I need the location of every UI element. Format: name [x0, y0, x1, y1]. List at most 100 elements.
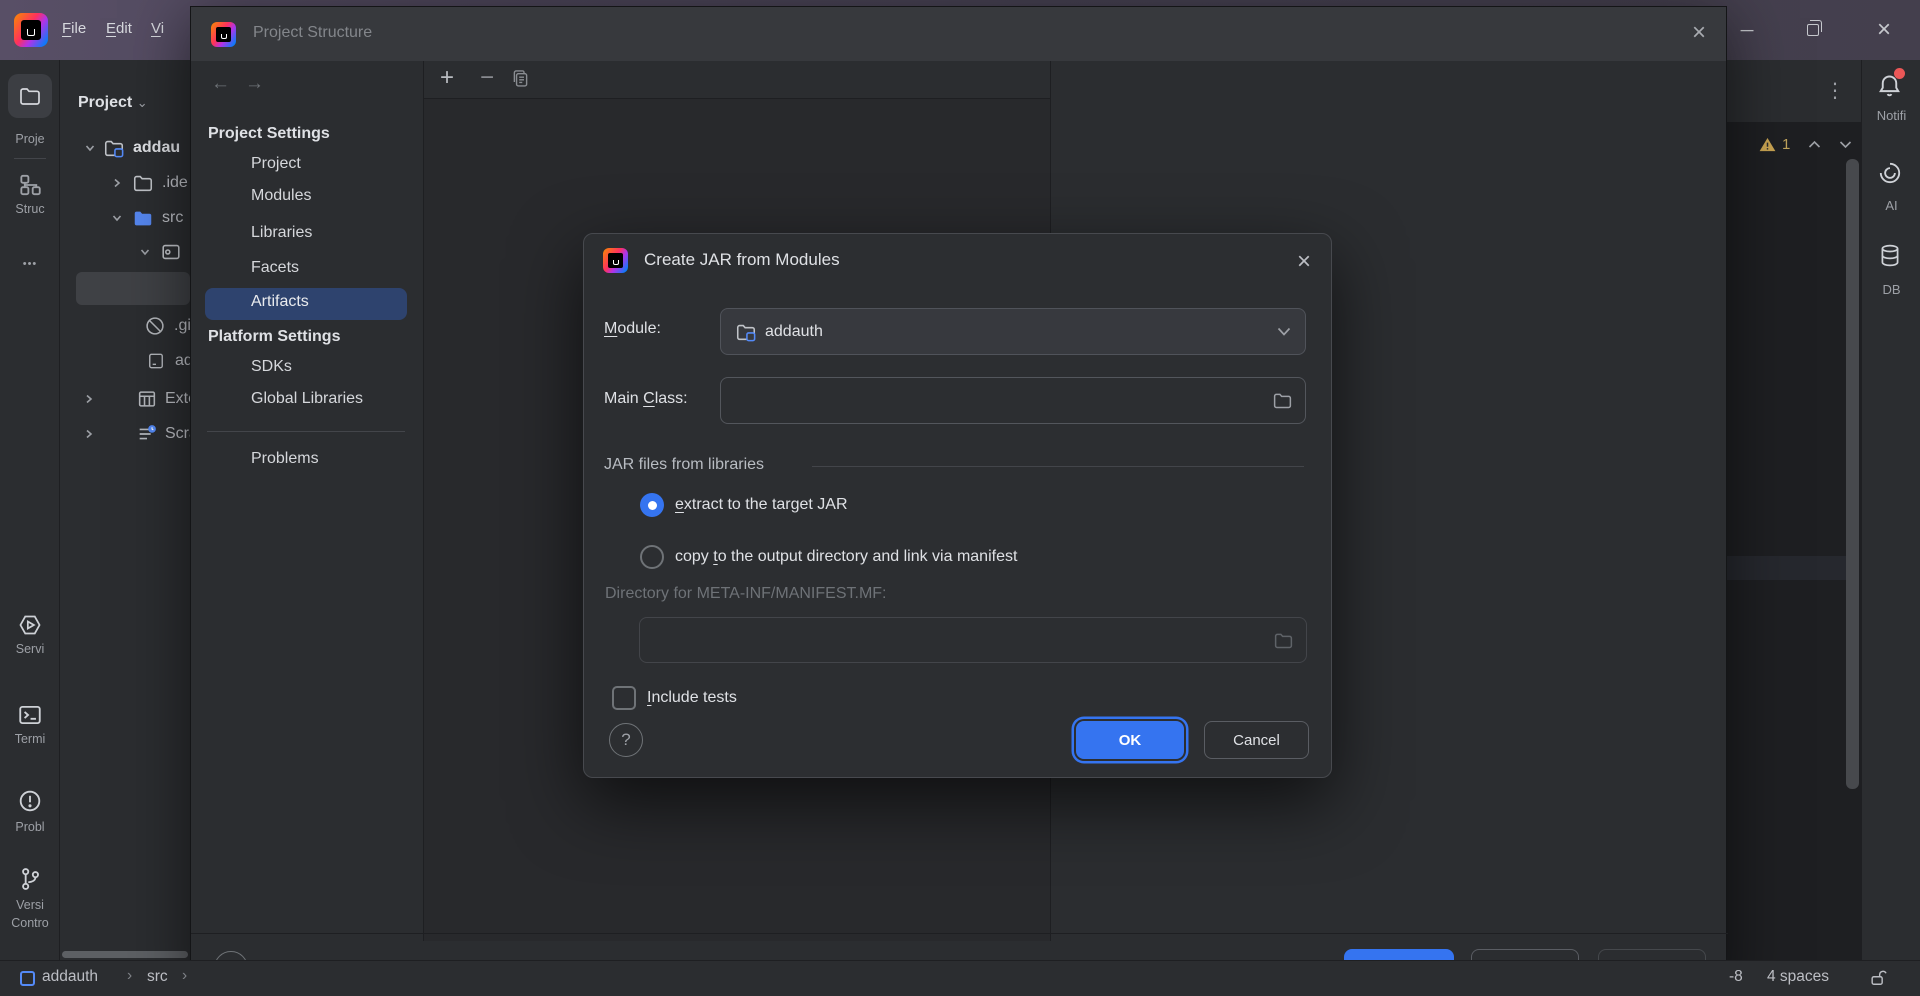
status-indent[interactable]: 4 spaces	[1767, 968, 1829, 986]
nav-item-project[interactable]: Project	[251, 155, 301, 173]
tree-row-src[interactable]: src	[112, 203, 183, 233]
terminal-icon	[17, 702, 43, 728]
close-icon: ×	[1297, 248, 1311, 276]
tree-row-addauth[interactable]: addau	[85, 133, 180, 163]
ai-assistant-button[interactable]	[1877, 160, 1903, 186]
nav-item-sdks[interactable]: SDKs	[251, 358, 292, 376]
tool-services-label: Servi	[0, 642, 60, 656]
horizontal-scrollbar[interactable]	[62, 951, 188, 958]
ps-close-button[interactable]: ×	[1679, 13, 1719, 53]
radio-copy[interactable]: copy to the output directory and link vi…	[640, 545, 1017, 569]
menu-edit[interactable]: Edit	[106, 20, 132, 37]
menu-view[interactable]: Vi	[151, 20, 164, 37]
kebab-menu-button[interactable]: ⋮	[1825, 78, 1845, 103]
dialog-close-button[interactable]: ×	[1284, 242, 1324, 282]
module-folder-icon	[103, 137, 125, 159]
artifacts-toolbar-divider	[424, 98, 1050, 99]
package-icon	[160, 241, 182, 263]
help-icon: ?	[621, 730, 630, 750]
notifications-button[interactable]	[1876, 72, 1903, 99]
status-encoding[interactable]: -8	[1729, 968, 1743, 986]
ps-window-title: Project Structure	[253, 24, 372, 42]
forward-button[interactable]: →	[245, 73, 264, 95]
copy-artifact-button[interactable]	[510, 68, 531, 89]
source-folder-icon	[132, 207, 154, 229]
radio-extract[interactable]: extract to the target JAR	[640, 493, 848, 517]
module-select[interactable]: addauth	[720, 308, 1306, 355]
tree-label: Scratc	[165, 425, 190, 443]
tool-problems-label: Probl	[0, 820, 60, 834]
tree-row-iml-file[interactable]: ad	[146, 346, 190, 376]
dialog-help-button[interactable]: ?	[609, 723, 643, 757]
main-class-input[interactable]	[720, 377, 1306, 424]
maximize-icon	[1807, 24, 1819, 36]
close-window-button[interactable]: ×	[1864, 12, 1904, 48]
dialog-cancel-button[interactable]: Cancel	[1204, 721, 1309, 759]
tree-row-idea[interactable]: .ide	[112, 168, 188, 198]
tool-terminal-button[interactable]	[17, 702, 43, 728]
structure-icon	[17, 172, 43, 198]
tool-structure-button[interactable]	[17, 172, 43, 198]
include-tests-checkbox[interactable]: Include tests	[612, 686, 737, 710]
back-button[interactable]: ←	[211, 73, 230, 95]
tree-label: addau	[133, 139, 180, 157]
more-tools-button[interactable]: •••	[0, 258, 60, 270]
problems-icon	[17, 788, 43, 814]
nav-item-global-libraries[interactable]: Global Libraries	[251, 390, 363, 408]
nav-item-artifacts[interactable]: Artifacts	[205, 288, 407, 320]
tree-label: ad	[175, 352, 190, 370]
file-icon	[146, 351, 166, 371]
vertical-scrollbar[interactable]	[1846, 159, 1859, 789]
breadcrumb-src[interactable]: src	[147, 968, 168, 986]
module-select-value: addauth	[765, 323, 823, 341]
browse-folder-icon[interactable]	[1272, 390, 1293, 411]
chevron-down-icon	[112, 213, 122, 223]
breadcrumb-separator: ›	[182, 967, 187, 985]
chevron-down-icon: ⌄	[137, 95, 148, 110]
tool-problems-button[interactable]	[17, 788, 43, 814]
version-control-icon	[17, 866, 43, 892]
tree-label: src	[162, 209, 183, 227]
nav-item-problems[interactable]: Problems	[251, 450, 319, 468]
nav-item-libraries[interactable]: Libraries	[251, 224, 312, 242]
warning-icon	[1759, 137, 1776, 152]
tree-row-gitignore[interactable]: .gi	[144, 311, 190, 341]
tool-services-button[interactable]	[16, 612, 44, 638]
notifications-label: Notifi	[1862, 108, 1920, 123]
chevron-up-icon[interactable]	[1808, 140, 1821, 149]
nav-header-platform-settings: Platform Settings	[208, 328, 340, 346]
dialog-ok-button[interactable]: OK	[1076, 721, 1184, 759]
tool-version-control-button[interactable]	[17, 866, 43, 892]
database-button[interactable]	[1877, 242, 1903, 269]
tree-label: .ide	[162, 174, 188, 192]
tree-row-external-libraries[interactable]: Extern	[84, 384, 190, 414]
section-jar-files-label: JAR files from libraries	[604, 456, 764, 474]
inspections-widget[interactable]: 1	[1759, 131, 1852, 157]
nav-item-facets[interactable]: Facets	[251, 259, 299, 277]
tree-label: Extern	[165, 390, 190, 408]
forward-arrow-icon: →	[245, 73, 264, 94]
menu-file[interactable]: File	[62, 20, 86, 37]
create-jar-dialog: Create JAR from Modules × Module: addaut…	[583, 233, 1332, 778]
dialog-title: Create JAR from Modules	[644, 250, 840, 270]
nav-divider	[207, 431, 405, 432]
chevron-down-icon	[1277, 327, 1291, 336]
project-panel: Project ⌄ addau .ide src .gi ad	[60, 60, 190, 960]
add-artifact-button[interactable]: +	[434, 63, 460, 93]
maximize-button[interactable]	[1793, 12, 1833, 48]
section-divider	[812, 466, 1304, 467]
project-panel-title[interactable]: Project ⌄	[78, 94, 148, 112]
module-icon	[20, 971, 35, 986]
lock-icon[interactable]	[1868, 968, 1888, 988]
nav-item-modules[interactable]: Modules	[251, 187, 311, 205]
tree-row-scratches[interactable]: Scratc	[84, 419, 190, 449]
tool-project-button[interactable]	[8, 74, 52, 118]
tree-row-package[interactable]	[140, 237, 182, 267]
breadcrumb-project[interactable]: addauth	[42, 968, 98, 986]
remove-artifact-button[interactable]: −	[474, 63, 500, 93]
chevron-down-icon[interactable]	[1839, 140, 1852, 149]
radio-unselected-icon	[640, 545, 664, 569]
tree-row-selected[interactable]	[76, 272, 190, 305]
chevron-down-icon	[140, 247, 150, 257]
minimize-button[interactable]: ─	[1727, 12, 1767, 48]
